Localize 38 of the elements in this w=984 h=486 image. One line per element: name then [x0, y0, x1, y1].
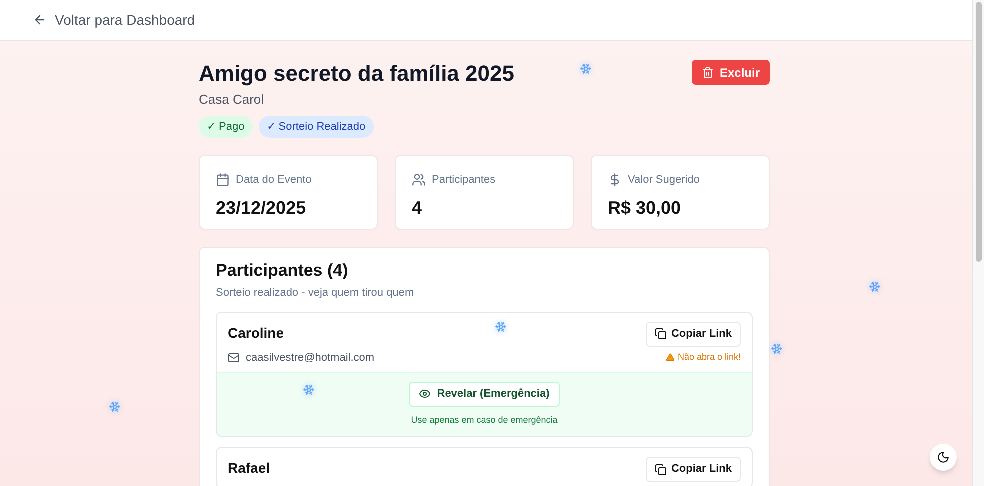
stat-value: 4: [412, 196, 424, 220]
delete-button[interactable]: Excluir: [692, 60, 770, 85]
stat-value: R$ 30,00: [608, 196, 682, 220]
panel-title: Participantes (4): [216, 260, 350, 282]
stat-label: Data do Evento: [236, 173, 312, 188]
stat-value: 23/12/2025: [216, 196, 308, 220]
calendar-icon: [216, 173, 230, 188]
snowflake-icon: [771, 343, 783, 355]
mail-icon: [228, 352, 240, 364]
warning-icon: [666, 352, 675, 362]
status-badge: ✓ Sorteio Realizado: [258, 116, 374, 138]
link-warning: Não abra o link!: [678, 350, 741, 364]
snowflake-icon: [495, 321, 507, 333]
event-location: Casa Carol: [199, 91, 266, 109]
snowflake-icon: [303, 384, 315, 396]
eye-icon: [419, 388, 432, 400]
stat-label: Valor Sugerido: [628, 173, 700, 188]
participant-name: Rafael: [228, 459, 270, 478]
copy-icon: [655, 328, 668, 340]
participant-name: Caroline: [228, 324, 286, 342]
stat-label: Participantes: [432, 173, 496, 188]
dollar-icon: [608, 173, 622, 188]
snowflake-icon: [109, 401, 121, 413]
copy-icon: [655, 464, 668, 476]
reveal-note: Use apenas em caso de emergência: [411, 414, 558, 427]
copy-link-button[interactable]: Copiar Link: [646, 322, 741, 346]
moon-icon: [937, 451, 950, 464]
people-icon: [412, 173, 426, 188]
panel-subtitle: Sorteio realizado - veja quem tirou quem: [216, 286, 416, 301]
reveal-button[interactable]: Revelar (Emergência): [409, 382, 560, 407]
participant-email: caasilvestre@hotmail.com: [246, 350, 375, 366]
event-title: Amigo secreto da família 2025: [199, 60, 514, 88]
snowflake-icon: [580, 63, 592, 75]
copy-link-button[interactable]: Copiar Link: [646, 457, 741, 482]
trash-icon: [702, 66, 714, 78]
snowflake-icon: [869, 281, 881, 293]
back-link[interactable]: Voltar para Dashboard: [33, 10, 196, 30]
status-badge: ✓ Pago: [199, 116, 253, 138]
